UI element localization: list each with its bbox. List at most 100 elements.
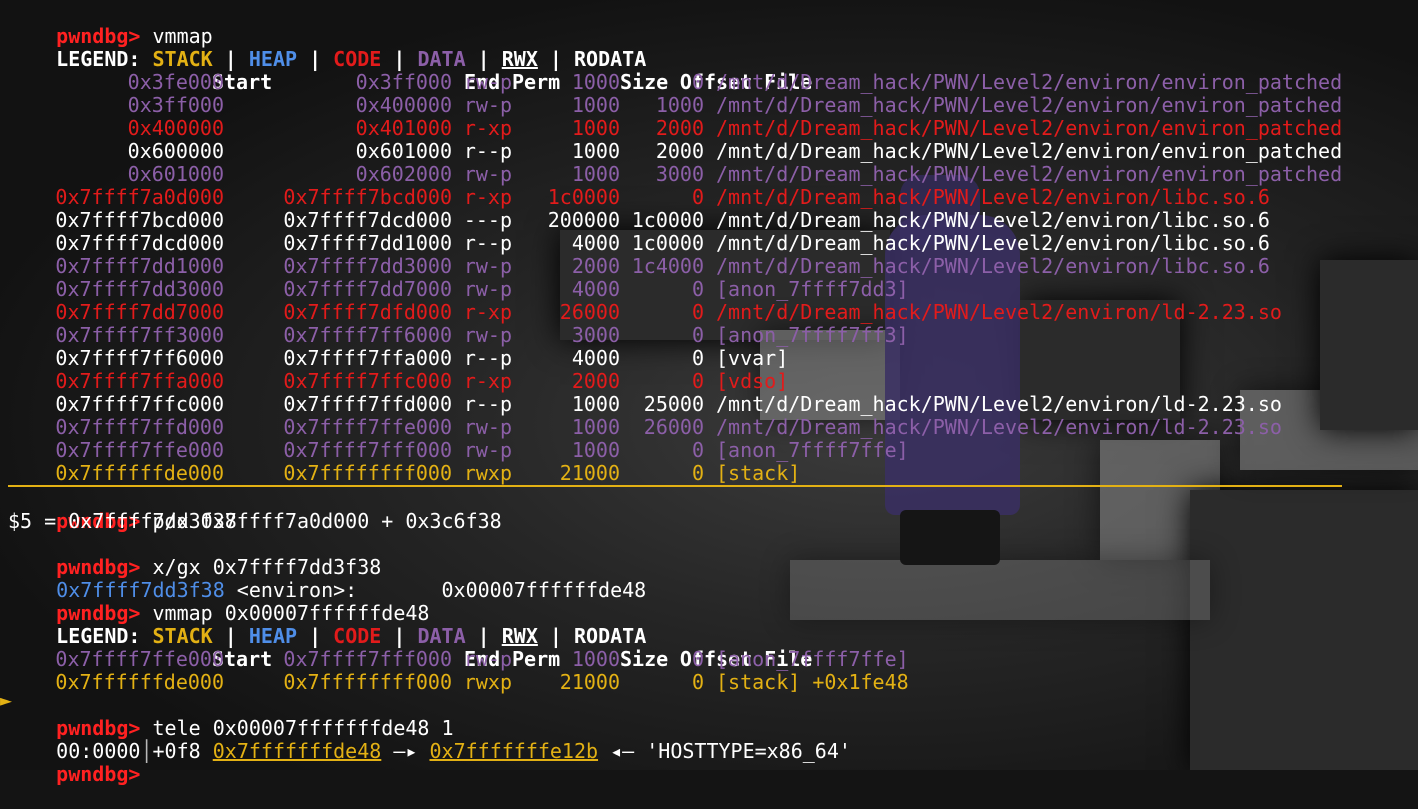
legend-rwx: RWX: [501, 624, 538, 648]
vmmap-size: 1000: [571, 162, 620, 186]
vmmap-end: 0x7ffff7dd1000: [283, 231, 452, 255]
prompt: pwndbg>: [56, 24, 141, 48]
vmmap-offset: 0: [691, 647, 704, 671]
vmmap-file: /mnt/d/Dream_hack/PWN/Level2/environ/lib…: [716, 208, 1270, 232]
vmmap-file: /mnt/d/Dream_hack/PWN/Level2/environ/lib…: [716, 231, 1270, 255]
vmmap-file: /mnt/d/Dream_hack/PWN/Level2/environ/ld-…: [716, 300, 1282, 324]
vmmap-perm: rw-p: [463, 323, 512, 347]
vmmap-size: 21000: [559, 461, 620, 485]
tele-string: 'HOSTTYPE=x86_64': [646, 739, 851, 763]
vmmap-size: 4000: [571, 231, 620, 255]
vmmap-file: /mnt/d/Dream_hack/PWN/Level2/environ/env…: [716, 162, 1343, 186]
tele-arrow: ◂—: [598, 739, 647, 763]
examine-value: 0x00007ffffffde48: [357, 578, 647, 602]
vmmap-row: 0x400000 0x401000 r-xp 1000 2000/mnt/d/Dream…: [8, 117, 1342, 140]
vmmap-start: 0x7ffff7ffe000: [55, 438, 224, 462]
command-text: x/gx 0x7ffff7dd3f38: [140, 555, 382, 579]
vmmap-offset: 0: [691, 438, 704, 462]
vmmap-start: 0x7ffff7ffa000: [55, 369, 224, 393]
vmmap-end: 0x7ffff7dcd000: [283, 208, 452, 232]
vmmap-size: 1000: [571, 392, 620, 416]
current-region-marker: ►: [0, 688, 13, 712]
vmmap-size: 1000: [571, 139, 620, 163]
vmmap-end: 0x7ffff7fff000: [283, 647, 452, 671]
vmmap-offset: 0: [691, 369, 704, 393]
vmmap-row: 0x7ffff7ffd000 0x7ffff7ffe000 rw-p 1000 2600…: [8, 416, 1342, 439]
vmmap-size: 1c0000: [547, 185, 620, 209]
vmmap-size: 1000: [571, 438, 620, 462]
vmmap-row: 0x3fe000 0x3ff000 rw-p 1000 0/mnt/d/Dream_ha…: [8, 71, 1342, 94]
vmmap-file: [anon_7ffff7dd3]: [716, 277, 909, 301]
vmmap-start: 0x3ff000: [127, 93, 224, 117]
vmmap-start: 0x7ffff7ff6000: [55, 346, 224, 370]
vmmap-end: 0x3ff000: [355, 70, 452, 94]
vmmap-end: 0x7ffff7dfd000: [283, 300, 452, 324]
vmmap-perm: rw-p: [463, 647, 512, 671]
vmmap-row: 0x7ffff7a0d000 0x7ffff7bcd000 r-xp 1c0000 0 /…: [8, 186, 1342, 209]
legend-data: DATA: [417, 47, 466, 71]
vmmap-start: 0x7ffff7dd1000: [55, 254, 224, 278]
vmmap-file: [stack]: [716, 461, 801, 485]
vmmap-perm: r-xp: [463, 185, 512, 209]
vmmap-start: 0x7ffff7dd3000: [55, 277, 224, 301]
command-text: vmmap: [140, 24, 213, 48]
vmmap-start: 0x7ffff7ff3000: [55, 323, 224, 347]
vmmap-end: 0x7ffff7ffd000: [283, 392, 452, 416]
vmmap-file: [anon_7ffff7ffe]: [716, 438, 909, 462]
vmmap-perm: rw-p: [463, 93, 512, 117]
vmmap-start: 0x7ffff7a0d000: [55, 185, 224, 209]
vmmap-offset: 0: [691, 300, 704, 324]
vmmap-offset: 2000: [655, 139, 704, 163]
vmmap-perm: rw-p: [463, 438, 512, 462]
vmmap-perm: r--p: [463, 139, 512, 163]
vmmap-perm: r--p: [463, 346, 512, 370]
tele-index: 00:0000: [56, 739, 141, 763]
vmmap-size: 21000: [559, 670, 620, 694]
vmmap-size: 200000: [547, 208, 620, 232]
vmmap-offset: 26000: [643, 415, 704, 439]
vmmap-file: [vdso]: [716, 369, 789, 393]
vmmap-perm: r-xp: [463, 300, 512, 324]
vmmap-perm: rwxp: [463, 670, 512, 694]
command-text: tele 0x00007fffffffde48 1: [140, 716, 454, 740]
vmmap-perm: rw-p: [463, 254, 512, 278]
vmmap-size: 4000: [571, 346, 620, 370]
terminal-output[interactable]: pwndbg> vmmap LEGEND: STACK | HEAP | COD…: [0, 2, 1343, 786]
vmmap-offset: 0: [691, 323, 704, 347]
vmmap-row: 0x601000 0x602000 rw-p 1000 3000/mnt/d/Dream…: [8, 163, 1342, 186]
vmmap-offset: 2000: [655, 116, 704, 140]
vmmap-size: 3000: [571, 323, 620, 347]
vmmap-file: [anon_7ffff7ff3]: [716, 323, 909, 347]
command-text: vmmap 0x00007ffffffde48: [140, 601, 430, 625]
vmmap-offset: 0: [691, 185, 704, 209]
vmmap-size: 1000: [571, 93, 620, 117]
vmmap-row: ► 0x7ffffffde000 0x7ffffffff000 rwxp 21000 0 […: [0, 670, 1342, 712]
vmmap-end: 0x7ffffffff000: [283, 461, 452, 485]
command-line: pwndbg> tele 0x00007fffffffde48 1: [8, 694, 1342, 740]
vmmap-offset: 1000: [655, 93, 704, 117]
vmmap-perm: rw-p: [463, 277, 512, 301]
vmmap-end: 0x7ffff7bcd000: [283, 185, 452, 209]
legend-rodata: RODATA: [574, 47, 647, 71]
vmmap-perm: r-xp: [463, 116, 512, 140]
vmmap-start: 0x7ffffffde000: [55, 461, 224, 485]
vmmap-row: 0x3ff000 0x400000 rw-p 1000 1000/mnt/d/Dream…: [8, 94, 1342, 117]
vmmap-row: 0x7ffffffde000 0x7ffffffff000 rwxp 21000 0 [s…: [8, 461, 1343, 487]
vmmap-start: 0x600000: [127, 139, 224, 163]
prompt: pwndbg>: [56, 601, 141, 625]
vmmap-file: /mnt/d/Dream_hack/PWN/Level2/environ/env…: [716, 139, 1343, 163]
vmmap-start: 0x7ffff7ffd000: [55, 415, 224, 439]
vmmap-offset: 1c0000: [631, 231, 704, 255]
vmmap-file: /mnt/d/Dream_hack/PWN/Level2/environ/env…: [716, 70, 1343, 94]
vmmap-start: 0x400000: [127, 116, 224, 140]
vmmap-row: 0x7ffff7ffc000 0x7ffff7ffd000 r--p 1000 2500…: [8, 393, 1342, 416]
vmmap-file: [stack] +0x1fe48: [716, 670, 909, 694]
command-line: pwndbg> x/gx 0x7ffff7dd3f38: [8, 533, 1342, 579]
prompt: pwndbg>: [56, 716, 141, 740]
vmmap-row: 0x7ffff7ffa000 0x7ffff7ffc000 r-xp 2000 0 [vd…: [8, 370, 1342, 393]
vmmap-size: 4000: [571, 277, 620, 301]
vmmap-perm: ---p: [463, 208, 512, 232]
vmmap-row: 0x7ffff7ffe000 0x7ffff7fff000 rw-p 1000 0 [an…: [8, 439, 1342, 462]
vmmap-row: 0x600000 0x601000 r--p 1000 2000/mnt/d/Dream…: [8, 140, 1342, 163]
vmmap-offset: 3000: [655, 162, 704, 186]
